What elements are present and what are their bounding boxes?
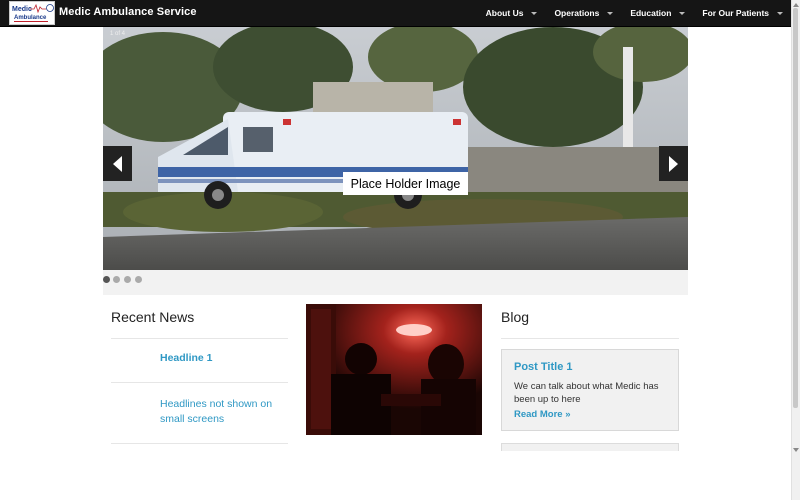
site-brand[interactable]: Medic Ambulance Service (59, 6, 197, 18)
ambulance-photo (103, 27, 688, 270)
nav-label: Education (630, 8, 672, 18)
divider (111, 338, 288, 339)
caret-down-icon (777, 11, 783, 15)
blog-title: Blog (501, 309, 530, 325)
nav-about-us[interactable]: About Us (478, 0, 547, 26)
post-title[interactable]: Post Title 1 (514, 361, 572, 373)
nav-operations[interactable]: Operations (546, 0, 622, 26)
divider (501, 338, 679, 339)
caret-down-icon (679, 11, 686, 15)
scroll-up-icon[interactable] (793, 3, 799, 7)
read-more-link[interactable]: Read More » (514, 409, 571, 420)
svg-text:Medic: Medic (12, 6, 32, 13)
hero-carousel: 1 of 4 Place Holder Image (103, 27, 688, 270)
divider (111, 382, 288, 383)
medic-logo[interactable]: Medic Ambulance (9, 1, 55, 25)
recent-news-title: Recent News (111, 309, 195, 325)
caret-down-icon (531, 11, 538, 15)
carousel-dot[interactable] (135, 276, 142, 283)
carousel-dot[interactable] (103, 276, 110, 283)
carousel-next-button[interactable] (659, 146, 688, 181)
nav-label: For Our Patients (702, 8, 769, 18)
nav-education[interactable]: Education (622, 0, 694, 26)
main-nav: About Us Operations Education For Our Pa… (478, 0, 792, 26)
nav-label: About Us (485, 8, 524, 18)
news-photo (306, 304, 482, 435)
scrollbar-thumb[interactable] (793, 8, 798, 408)
blog-post-card: Post Title 1 We can talk about what Medi… (501, 349, 679, 431)
news-headline-2[interactable]: Headlines not shown on small screens (160, 397, 285, 427)
slide-counter: 1 of 4 (110, 31, 126, 37)
scroll-down-icon[interactable] (793, 448, 799, 452)
carousel-prev-button[interactable] (103, 146, 132, 181)
carousel-dot[interactable] (113, 276, 120, 283)
nav-for-our-patients[interactable]: For Our Patients (694, 0, 792, 26)
placeholder-image-label: Place Holder Image (343, 172, 468, 195)
chevron-left-icon (113, 155, 122, 172)
news-headline-1[interactable]: Headline 1 (160, 351, 213, 366)
top-navbar: Medic Ambulance Medic Ambulance Service … (0, 0, 792, 27)
carousel-dot[interactable] (124, 276, 131, 283)
carousel-pager (103, 270, 688, 295)
nav-label: Operations (554, 8, 600, 18)
blog-post-card (501, 443, 679, 451)
svg-text:Ambulance: Ambulance (14, 15, 47, 21)
chevron-right-icon (669, 155, 678, 172)
caret-down-icon (607, 11, 614, 15)
divider (111, 443, 288, 444)
vertical-scrollbar[interactable] (791, 0, 800, 500)
post-excerpt: We can talk about what Medic has been up… (514, 381, 659, 405)
